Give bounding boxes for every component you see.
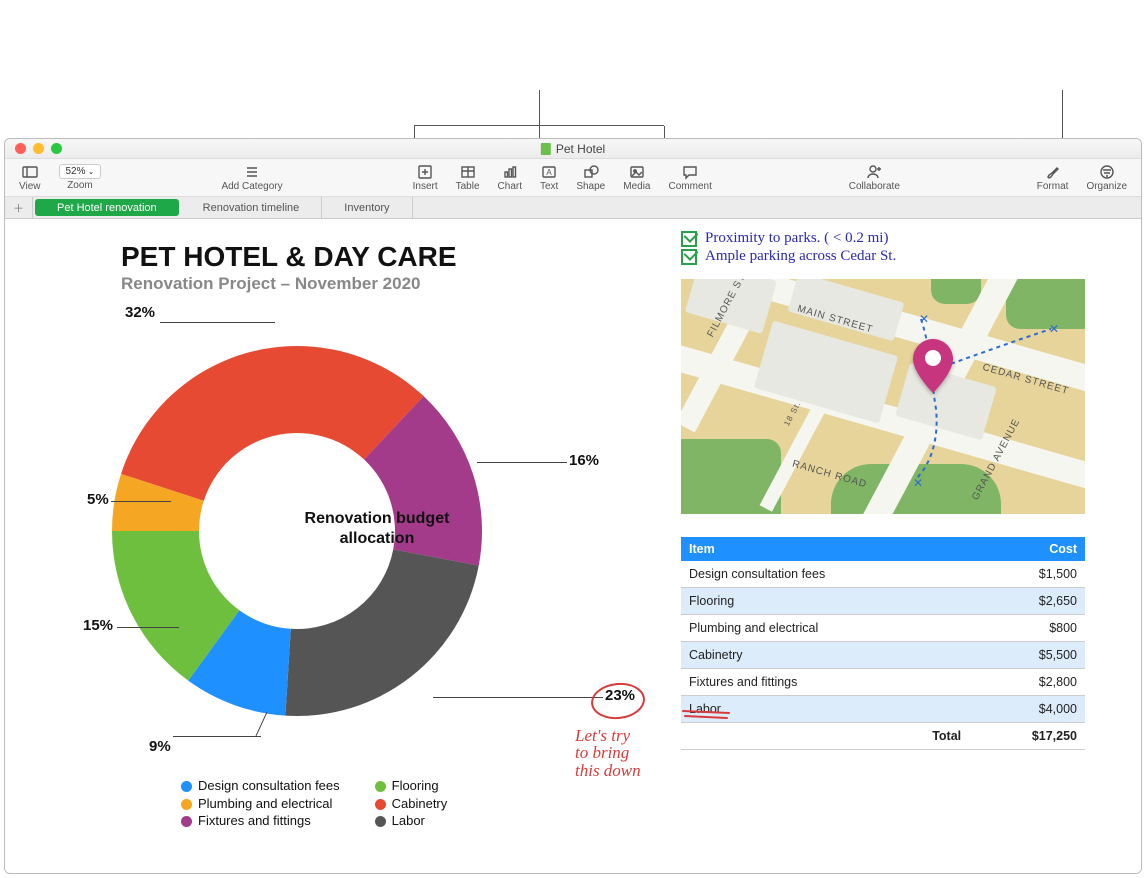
toolbar: View 52% ⌄ Zoom Add Category Insert Tabl… xyxy=(5,159,1141,197)
legend-item: Fixtures and fittings xyxy=(181,812,371,830)
close-button[interactable] xyxy=(15,143,26,154)
handdrawn-underline xyxy=(681,707,741,721)
add-sheet-button[interactable]: ＋ xyxy=(5,197,33,218)
slice-label-cabinetry: 32% xyxy=(125,304,155,321)
format-button[interactable]: Format xyxy=(1029,161,1077,195)
paintbrush-icon xyxy=(1045,164,1061,180)
legend-item: Cabinetry xyxy=(375,795,565,813)
cost-table[interactable]: Item Cost Design consultation fees$1,500… xyxy=(681,537,1085,750)
external-callout-lines xyxy=(0,0,1146,138)
checkbox-icon xyxy=(681,231,697,247)
shape-icon xyxy=(583,164,599,180)
slice-label-plumbing: 5% xyxy=(87,491,109,508)
zoom-value: 52% ⌄ xyxy=(59,164,102,179)
table-row[interactable]: Labor$4,000 xyxy=(681,696,1085,723)
chart-button[interactable]: Chart xyxy=(490,161,530,195)
minimize-button[interactable] xyxy=(33,143,44,154)
handwritten-checklist: Proximity to parks. ( < 0.2 mi) Ample pa… xyxy=(681,231,896,267)
comment-button[interactable]: Comment xyxy=(661,161,720,195)
document-icon xyxy=(541,143,551,155)
add-category-button[interactable]: Add Category xyxy=(213,161,290,195)
table-row[interactable]: Fixtures and fittings$2,800 xyxy=(681,669,1085,696)
legend-swatch xyxy=(375,816,386,827)
checkbox-icon xyxy=(681,249,697,265)
media-button[interactable]: Media xyxy=(615,161,658,195)
sheet-tab[interactable]: Pet Hotel renovation xyxy=(35,199,179,216)
legend-swatch xyxy=(375,799,386,810)
legend-item: Design consultation fees xyxy=(181,777,371,795)
filter-icon xyxy=(1099,164,1115,180)
collaborate-button[interactable]: Collaborate xyxy=(841,161,908,195)
table-row[interactable]: Plumbing and electrical$800 xyxy=(681,615,1085,642)
table-row[interactable]: Design consultation fees$1,500 xyxy=(681,561,1085,588)
window-title: Pet Hotel xyxy=(541,142,605,156)
sheet-tab[interactable]: Renovation timeline xyxy=(181,197,323,218)
document-canvas[interactable]: PET HOTEL & DAY CARE Renovation Project … xyxy=(5,219,1141,873)
shape-button[interactable]: Shape xyxy=(568,161,613,195)
table-row[interactable]: Cabinetry$5,500 xyxy=(681,642,1085,669)
table-icon xyxy=(460,164,476,180)
slice-label-fixtures: 16% xyxy=(569,452,599,469)
svg-text:✕: ✕ xyxy=(913,476,923,490)
document-subtitle: Renovation Project – November 2020 xyxy=(121,274,421,294)
legend-item: Plumbing and electrical xyxy=(181,795,371,813)
donut-slice[interactable] xyxy=(121,346,424,501)
svg-text:✕: ✕ xyxy=(1049,322,1059,336)
location-map[interactable]: ✕ ✕ ✕ FILMORE ST. MAIN STREET CEDAR STRE… xyxy=(681,279,1085,514)
comment-icon xyxy=(682,164,698,180)
table-total-row: Total $17,250 xyxy=(681,723,1085,750)
legend-swatch xyxy=(375,781,386,792)
chart-center-label: Renovation budget allocation xyxy=(282,509,472,549)
handwritten-red-note: Let's try to bring this down xyxy=(575,727,641,779)
svg-text:✕: ✕ xyxy=(919,312,929,326)
view-button[interactable]: View xyxy=(11,161,49,195)
legend-swatch xyxy=(181,781,192,792)
legend-item: Labor xyxy=(375,812,565,830)
legend-swatch xyxy=(181,799,192,810)
titlebar: Pet Hotel xyxy=(5,139,1141,159)
table-row[interactable]: Flooring$2,650 xyxy=(681,588,1085,615)
organize-button[interactable]: Organize xyxy=(1078,161,1135,195)
chart-legend: Design consultation feesPlumbing and ele… xyxy=(181,777,565,830)
donut-slice[interactable] xyxy=(285,549,478,716)
sheet-tab-bar: ＋ Pet Hotel renovationRenovation timelin… xyxy=(5,197,1141,219)
window-controls xyxy=(5,143,62,154)
text-button[interactable]: A Text xyxy=(532,161,566,195)
window-title-text: Pet Hotel xyxy=(556,142,605,156)
text-icon: A xyxy=(541,164,557,180)
slice-label-flooring: 15% xyxy=(83,617,113,634)
plus-box-icon xyxy=(417,164,433,180)
media-icon xyxy=(629,164,645,180)
sidebar-icon xyxy=(22,164,38,180)
table-button[interactable]: Table xyxy=(448,161,488,195)
legend-item: Flooring xyxy=(375,777,565,795)
person-plus-icon xyxy=(866,164,882,180)
table-header-item: Item xyxy=(681,537,969,561)
zoom-button[interactable]: 52% ⌄ Zoom xyxy=(51,161,110,195)
sheet-tab[interactable]: Inventory xyxy=(322,197,412,218)
table-header-cost: Cost xyxy=(969,537,1085,561)
map-pin-icon xyxy=(913,339,953,396)
map-dashed-route: ✕ ✕ ✕ xyxy=(681,279,1085,514)
insert-button[interactable]: Insert xyxy=(405,161,446,195)
chart-icon xyxy=(502,164,518,180)
svg-text:A: A xyxy=(546,168,552,177)
list-icon xyxy=(244,164,260,180)
legend-swatch xyxy=(181,816,192,827)
fullscreen-button[interactable] xyxy=(51,143,62,154)
app-window: Pet Hotel View 52% ⌄ Zoom Add Category I… xyxy=(4,138,1142,874)
document-title: PET HOTEL & DAY CARE xyxy=(121,241,457,273)
slice-label-design: 9% xyxy=(149,738,171,755)
